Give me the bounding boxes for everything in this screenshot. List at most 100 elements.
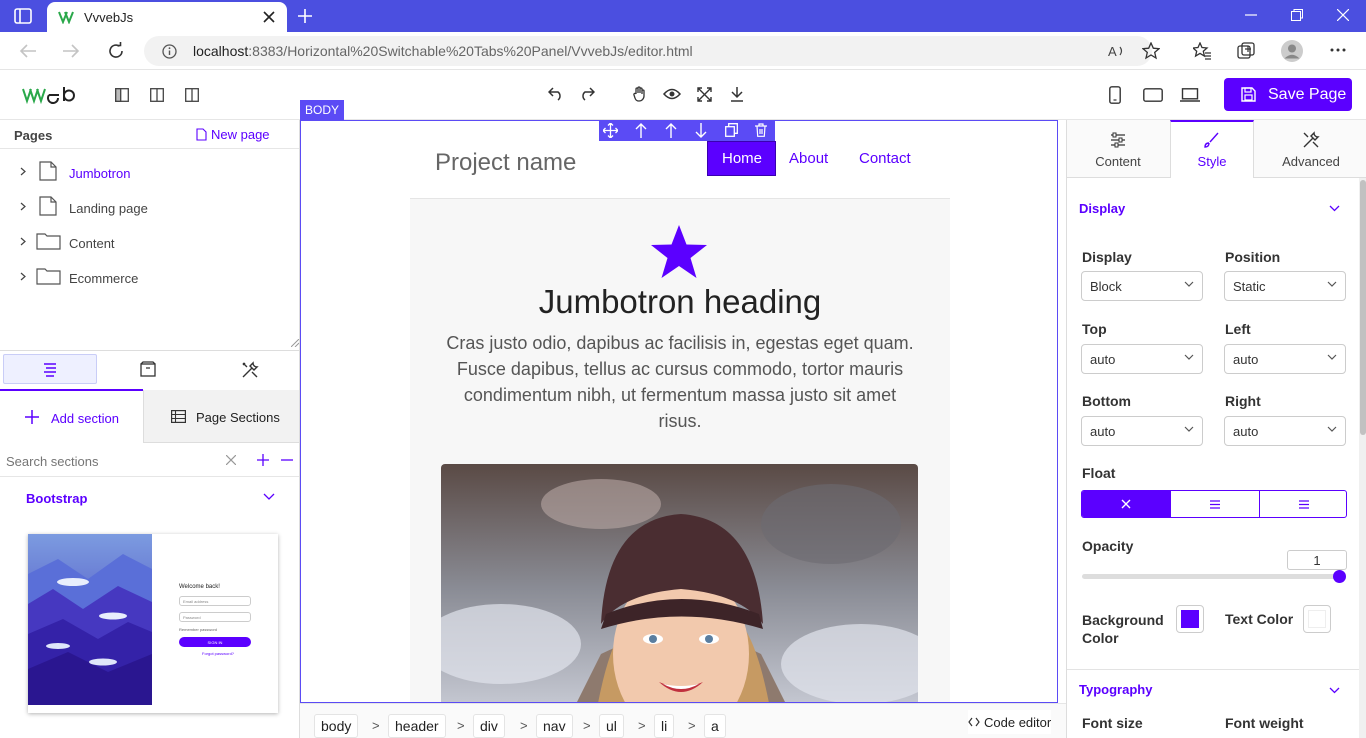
position-select[interactable]: Static: [1224, 271, 1346, 301]
breadcrumb-item[interactable]: div: [473, 714, 505, 738]
typography-section-title[interactable]: Typography: [1079, 682, 1152, 697]
collections-icon[interactable]: [1237, 42, 1255, 60]
opacity-slider-thumb[interactable]: [1333, 570, 1346, 583]
preview-icon[interactable]: [663, 88, 681, 100]
nav-home[interactable]: Home: [707, 141, 776, 176]
section-thumbnail[interactable]: Welcome back! Email address Password Rem…: [28, 534, 278, 713]
selection-toolbar: [599, 121, 775, 141]
new-page-button[interactable]: New page: [196, 127, 270, 142]
select-parent-icon[interactable]: [635, 123, 647, 138]
top-select[interactable]: auto: [1081, 344, 1203, 374]
breadcrumb-separator: >: [583, 718, 591, 733]
favorites-icon[interactable]: [1193, 42, 1211, 60]
redo-icon[interactable]: [579, 87, 595, 101]
info-icon[interactable]: [162, 44, 177, 59]
tab-content[interactable]: Content: [1067, 120, 1169, 178]
left-label: Left: [1225, 321, 1251, 337]
profile-avatar[interactable]: [1281, 40, 1303, 62]
clear-search-icon[interactable]: [226, 455, 236, 465]
search-sections-input[interactable]: [6, 452, 216, 470]
float-left-button[interactable]: [1170, 491, 1259, 517]
drag-mode-icon[interactable]: [632, 86, 648, 102]
right-select[interactable]: auto: [1224, 416, 1346, 446]
chevron-right-icon[interactable]: [20, 272, 26, 281]
tab-sections[interactable]: [3, 354, 97, 384]
url-text: localhost:8383/Horizontal%20Switchable%2…: [193, 43, 693, 59]
browser-tab[interactable]: VvvebJs: [47, 2, 287, 32]
display-section-title[interactable]: Display: [1079, 201, 1125, 216]
favorite-add-icon[interactable]: [1142, 42, 1160, 60]
forward-icon[interactable]: [62, 43, 80, 59]
opacity-input[interactable]: 1: [1287, 550, 1347, 570]
nav-about[interactable]: About: [789, 150, 828, 167]
editor-canvas: BODY Project name Home About Contact Jum…: [300, 100, 1066, 738]
clone-icon[interactable]: [725, 123, 738, 137]
tab-tools[interactable]: [241, 361, 259, 379]
close-window-icon[interactable]: [1337, 9, 1349, 21]
resize-handle-icon[interactable]: [291, 339, 299, 347]
tablet-view-icon[interactable]: [1143, 88, 1163, 102]
read-aloud-icon[interactable]: A: [1108, 43, 1126, 59]
restore-icon[interactable]: [1291, 9, 1303, 21]
jumbotron[interactable]: Jumbotron heading Cras justo odio, dapib…: [410, 198, 950, 702]
tab-advanced[interactable]: Advanced: [1255, 120, 1366, 178]
chevron-down-icon: [1184, 281, 1194, 287]
download-icon[interactable]: [730, 86, 744, 102]
add-section-tab[interactable]: Add section: [0, 390, 143, 443]
move-up-icon[interactable]: [665, 123, 677, 138]
delete-icon[interactable]: [755, 123, 767, 137]
background-color-picker[interactable]: [1176, 605, 1204, 633]
float-none-button[interactable]: [1082, 491, 1170, 517]
toggle-split-panel-icon[interactable]: [150, 88, 164, 102]
bottom-select[interactable]: auto: [1081, 416, 1203, 446]
chevron-down-icon[interactable]: [1329, 687, 1340, 694]
bootstrap-group-header[interactable]: Bootstrap: [0, 477, 299, 517]
more-menu-icon[interactable]: [1330, 48, 1346, 52]
left-select[interactable]: auto: [1224, 344, 1346, 374]
tab-style[interactable]: Style: [1170, 120, 1254, 178]
breadcrumb-item[interactable]: header: [388, 714, 446, 738]
chevron-right-icon[interactable]: [20, 237, 26, 246]
url-field[interactable]: localhost:8383/Horizontal%20Switchable%2…: [144, 36, 1152, 66]
tab-components[interactable]: [140, 361, 156, 377]
back-icon[interactable]: [19, 43, 37, 59]
page-item[interactable]: Content: [0, 227, 299, 255]
minimize-icon[interactable]: [1245, 9, 1257, 21]
mobile-view-icon[interactable]: [1109, 86, 1121, 104]
chevron-right-icon[interactable]: [20, 202, 26, 211]
nav-contact[interactable]: Contact: [859, 150, 911, 167]
page-item[interactable]: Ecommerce: [0, 262, 299, 290]
desktop-view-icon[interactable]: [1180, 88, 1200, 102]
right-panel-scroll-thumb[interactable]: [1360, 180, 1366, 435]
reload-icon[interactable]: [107, 42, 125, 60]
text-color-picker[interactable]: [1303, 605, 1331, 633]
undo-icon[interactable]: [548, 87, 564, 101]
page-item[interactable]: Landing page: [0, 192, 299, 220]
new-tab-icon[interactable]: [297, 8, 313, 24]
breadcrumb-item[interactable]: a: [704, 714, 726, 738]
chevron-down-icon[interactable]: [1329, 205, 1340, 212]
fullscreen-icon[interactable]: [697, 87, 712, 102]
display-select[interactable]: Block: [1081, 271, 1203, 301]
collapse-all-icon[interactable]: [281, 454, 293, 466]
float-right-button[interactable]: [1259, 491, 1346, 517]
opacity-slider[interactable]: [1082, 574, 1340, 579]
page-sections-tab[interactable]: Page Sections: [143, 390, 299, 443]
move-down-icon[interactable]: [695, 123, 707, 138]
toggle-left-panel-icon[interactable]: [115, 88, 129, 102]
move-icon[interactable]: [603, 123, 618, 138]
toggle-right-panel-icon[interactable]: [185, 88, 199, 102]
expand-all-icon[interactable]: [257, 454, 269, 466]
close-tab-icon[interactable]: [263, 11, 275, 23]
save-page-button[interactable]: Save Page: [1224, 78, 1352, 111]
breadcrumb-item[interactable]: ul: [599, 714, 624, 738]
tab-actions-icon[interactable]: [14, 8, 32, 24]
breadcrumb-item[interactable]: li: [654, 714, 675, 738]
page-item-label: Landing page: [69, 201, 148, 216]
right-panel-scrollbar[interactable]: [1359, 178, 1366, 738]
breadcrumb-item[interactable]: body: [314, 714, 359, 738]
page-item[interactable]: Jumbotron: [0, 157, 299, 185]
breadcrumb-item[interactable]: nav: [536, 714, 573, 738]
code-editor-button[interactable]: Code editor: [968, 710, 1052, 734]
chevron-right-icon[interactable]: [20, 167, 26, 176]
